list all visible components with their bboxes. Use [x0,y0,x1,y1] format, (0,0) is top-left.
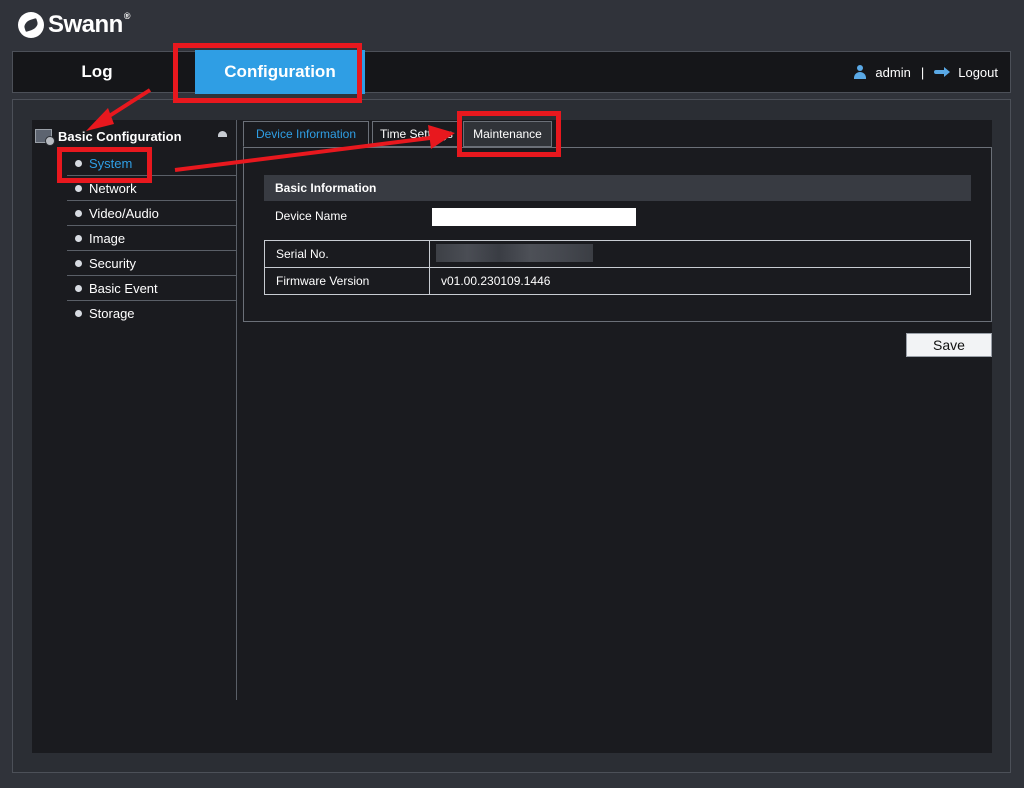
device-name-input[interactable] [432,208,636,226]
bullet-icon [75,259,82,267]
sidebar-item-label: Basic Event [89,280,158,296]
bullet-icon [75,234,82,242]
sidebar-item-label: Image [89,230,126,246]
sidebar-item-label: Storage [89,306,135,321]
sidebar-item-label: Security [89,255,136,271]
sidebar-header-title: Basic Configuration [58,128,182,144]
sidebar-item-image[interactable]: Image [67,226,237,251]
user-icon [853,65,867,79]
separator: | [920,64,925,80]
firmware-value: v01.00.230109.1446 [441,274,551,288]
highlight-system [57,147,152,183]
sidebar-item-basic-event[interactable]: Basic Event [67,276,237,301]
bullet-icon [75,209,82,217]
tab-device-information[interactable]: Device Information [243,121,369,147]
logout-link[interactable]: Logout [958,65,998,80]
top-nav-bar: Log Configuration admin | Logout [12,50,1011,94]
bullet-icon [75,310,82,317]
device-info-table: Serial No. Firmware Version v01.00.23010… [264,240,971,295]
swann-logo-icon [18,12,44,38]
configuration-icon [35,129,55,146]
user-area: admin | Logout [853,52,998,92]
basic-information-header: Basic Information [264,175,971,201]
brand-name: Swann® [48,11,130,38]
table-row-firmware: Firmware Version v01.00.230109.1446 [265,268,970,294]
bullet-icon [75,284,82,292]
swann-logo: Swann® [18,10,130,40]
device-info-panel [243,147,992,322]
sidebar-item-video-audio[interactable]: Video/Audio [67,201,237,226]
save-button[interactable]: Save [906,333,992,357]
logout-icon[interactable] [934,67,951,77]
collapse-icon[interactable] [218,131,227,137]
device-name-label: Device Name [275,209,348,223]
sidebar-item-storage[interactable]: Storage [67,301,237,326]
nav-log-tab[interactable]: Log [13,52,181,92]
highlight-configuration [173,43,362,103]
firmware-label: Firmware Version [265,268,430,294]
serial-label: Serial No. [265,241,430,267]
sidebar-item-label: Video/Audio [89,205,159,221]
sidebar-header[interactable]: Basic Configuration [35,126,235,146]
serial-redaction [436,244,593,262]
bullet-icon [75,184,82,192]
tab-time-settings[interactable]: Time Settings [372,121,460,147]
username: admin [875,64,911,80]
sidebar-item-security[interactable]: Security [67,251,237,276]
highlight-maintenance [457,111,561,157]
table-row-serial: Serial No. [265,241,970,268]
sidebar-divider [236,120,237,700]
